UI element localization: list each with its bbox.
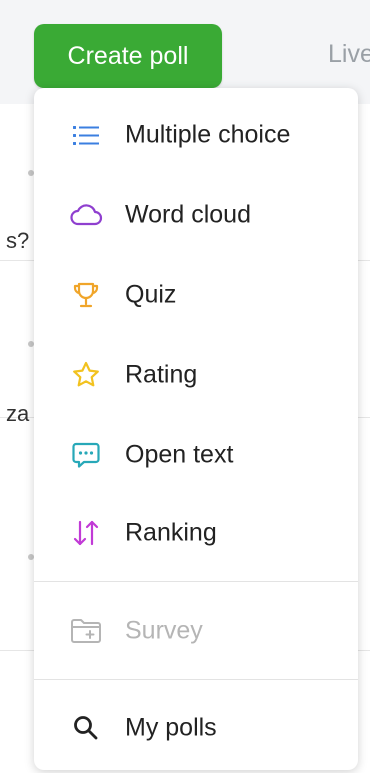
list-item-fragment: s? bbox=[6, 228, 30, 253]
menu-item-rating[interactable]: Rating bbox=[34, 340, 358, 410]
menu-item-multiple-choice[interactable]: Multiple choice bbox=[34, 100, 358, 170]
menu-item-label: Rating bbox=[125, 360, 198, 389]
menu-item-label: Quiz bbox=[125, 280, 177, 309]
search-icon bbox=[68, 710, 104, 746]
menu-item-label: Multiple choice bbox=[125, 120, 291, 149]
menu-item-label: My polls bbox=[125, 713, 217, 742]
sort-arrows-icon bbox=[68, 515, 104, 551]
menu-divider bbox=[34, 679, 358, 680]
tab-live[interactable]: Live bbox=[328, 40, 370, 69]
menu-item-quiz[interactable]: Quiz bbox=[34, 260, 358, 330]
trophy-icon bbox=[68, 277, 104, 313]
menu-item-label: Word cloud bbox=[125, 200, 251, 229]
list-item-fragment: za bbox=[6, 401, 30, 426]
folder-plus-icon bbox=[68, 613, 104, 649]
create-poll-button[interactable]: Create poll bbox=[34, 24, 222, 88]
list-icon bbox=[68, 117, 104, 153]
create-poll-dropdown: Multiple choice Word cloud Quiz Rating O… bbox=[34, 88, 358, 770]
menu-item-open-text[interactable]: Open text bbox=[34, 420, 358, 490]
cloud-icon bbox=[68, 197, 104, 233]
menu-item-label: Open text bbox=[125, 440, 234, 469]
menu-item-survey[interactable]: Survey bbox=[34, 596, 358, 666]
menu-item-word-cloud[interactable]: Word cloud bbox=[34, 180, 358, 250]
star-icon bbox=[68, 357, 104, 393]
menu-item-ranking[interactable]: Ranking bbox=[34, 498, 358, 568]
chat-bubble-icon bbox=[68, 437, 104, 473]
menu-item-label: Ranking bbox=[125, 518, 217, 547]
app: Create poll Live s? za Multiple choice W… bbox=[0, 0, 370, 773]
menu-item-label: Survey bbox=[125, 616, 203, 645]
menu-item-my-polls[interactable]: My polls bbox=[34, 693, 358, 763]
menu-divider bbox=[34, 581, 358, 582]
